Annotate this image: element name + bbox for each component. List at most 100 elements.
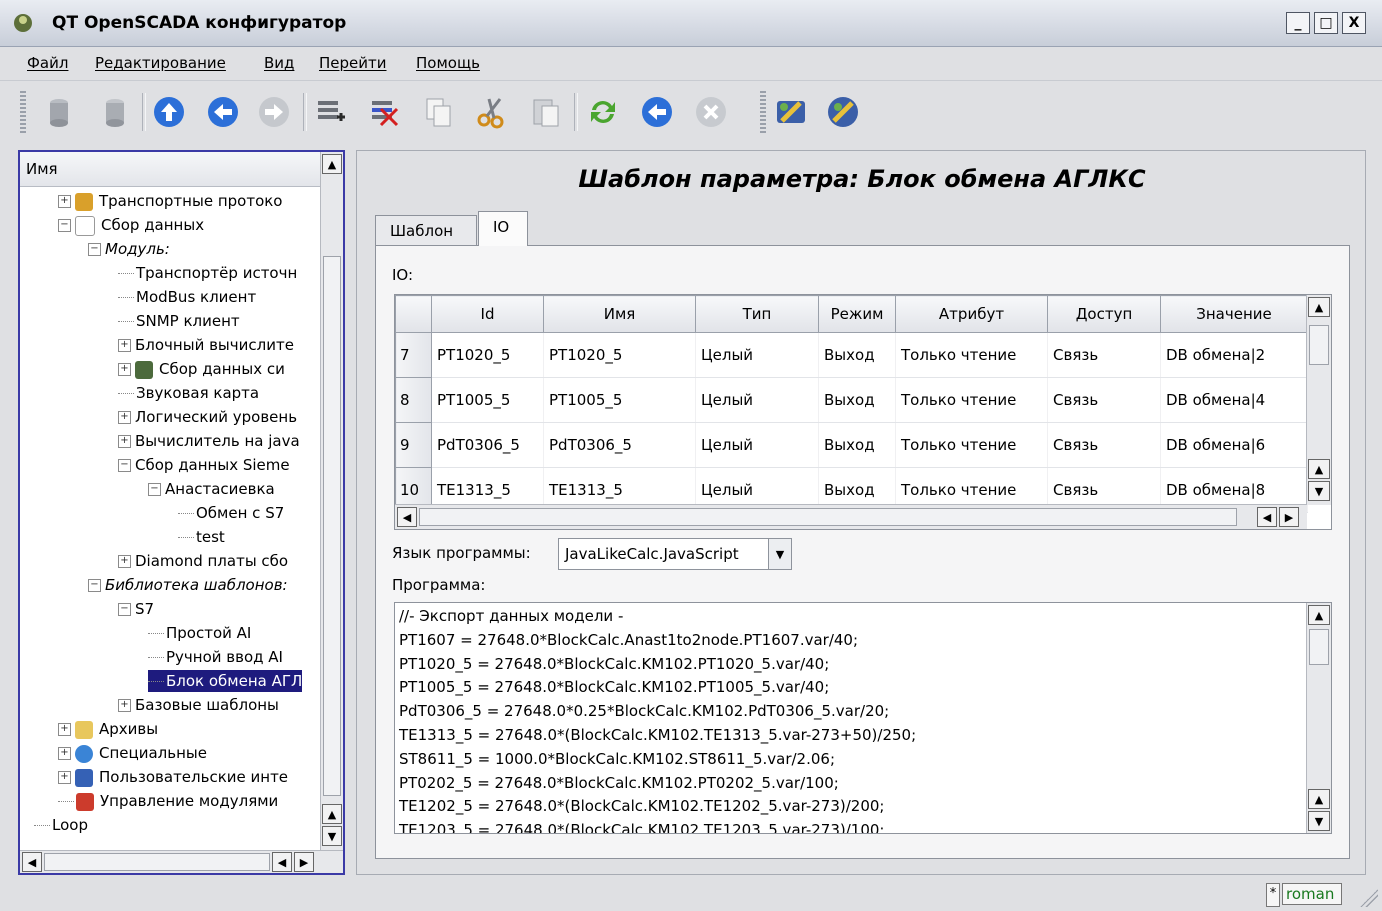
tree-item[interactable]: + Базовые шаблоны — [118, 694, 279, 716]
tree-item[interactable]: + Пользовательские инте — [58, 766, 288, 788]
expand-icon[interactable]: + — [118, 363, 131, 376]
table-cell[interactable]: Только чтение — [895, 332, 1048, 378]
table-cell[interactable]: Целый — [695, 422, 819, 468]
table-cell[interactable]: Выход — [818, 332, 896, 378]
collapse-icon[interactable]: − — [88, 579, 101, 592]
collapse-icon[interactable]: − — [118, 459, 131, 472]
back-arrow-icon[interactable] — [206, 95, 240, 129]
tab-io[interactable]: IO — [478, 211, 528, 246]
expand-icon[interactable]: + — [118, 555, 131, 568]
toolbar-handle-2[interactable] — [760, 91, 766, 135]
tree-item[interactable]: + Архивы — [58, 718, 158, 740]
expand-icon[interactable]: + — [58, 747, 71, 760]
tree-item[interactable]: ModBus клиент — [118, 286, 256, 308]
scroll-down-button[interactable]: ▼ — [322, 826, 342, 846]
tree-item[interactable]: Ручной ввод AI — [148, 646, 283, 668]
table-row[interactable]: 9 PdT0306_5 PdT0306_5 Целый Выход Только чтен… — [395, 422, 1308, 468]
table-horizontal-scrollbar[interactable]: ◀ ◀ ▶ — [395, 504, 1307, 529]
tree-item[interactable]: − S7 — [118, 598, 154, 620]
tree-item[interactable]: Транспортёр источн — [118, 262, 297, 284]
tree-scroll-thumb[interactable] — [323, 256, 341, 796]
expand-icon[interactable]: + — [118, 699, 131, 712]
tree-item[interactable]: Loop — [34, 814, 88, 836]
tab-template[interactable]: Шаблон — [375, 215, 477, 245]
expand-icon[interactable]: + — [58, 771, 71, 784]
row-number[interactable]: 8 — [395, 377, 432, 423]
toolbar-handle[interactable] — [20, 91, 26, 135]
tree-item[interactable]: + Блочный вычислите — [118, 334, 294, 356]
table-hscroll-thumb[interactable] — [419, 508, 1237, 526]
table-cell[interactable]: DB обмена|4 — [1160, 377, 1308, 423]
table-scroll-up-button-2[interactable]: ▲ — [1308, 459, 1330, 479]
resize-grip[interactable] — [1360, 889, 1378, 907]
tree-horizontal-scrollbar[interactable]: ◀ ◀ ▶ — [20, 850, 343, 873]
expand-icon[interactable]: + — [118, 411, 131, 424]
scroll-left-button-2[interactable]: ◀ — [272, 852, 292, 872]
module-config-icon[interactable] — [774, 95, 808, 129]
table-cell[interactable]: DB обмена|2 — [1160, 332, 1308, 378]
column-header[interactable]: Значение — [1160, 295, 1308, 333]
tree-item[interactable]: SNMP клиент — [118, 310, 240, 332]
tree-item[interactable]: − Сбор данных — [58, 214, 204, 236]
table-cell[interactable]: PT1020_5 — [543, 332, 696, 378]
tree-item[interactable]: Блок обмена АГЛ — [148, 670, 303, 692]
program-language-select[interactable]: JavaLikeCalc.JavaScript ▼ — [558, 538, 792, 570]
table-cell[interactable]: Выход — [818, 422, 896, 468]
refresh-icon[interactable] — [586, 95, 620, 129]
tree-hscroll-thumb[interactable] — [44, 853, 270, 871]
table-cell[interactable]: PdT0306_5 — [431, 422, 544, 468]
chevron-down-icon[interactable]: ▼ — [768, 539, 791, 569]
db-save-icon[interactable] — [98, 95, 132, 129]
start-icon[interactable] — [640, 95, 674, 129]
tree-item[interactable]: − Сбор данных Sieme — [118, 454, 290, 476]
minimize-button[interactable]: _ — [1286, 12, 1310, 34]
table-cell[interactable]: Связь — [1047, 377, 1161, 423]
expand-icon[interactable]: + — [58, 195, 71, 208]
tree-item[interactable]: − Анастасиевка — [148, 478, 275, 500]
stop-icon[interactable] — [694, 95, 728, 129]
table-cell[interactable]: Связь — [1047, 422, 1161, 468]
table-cell[interactable]: PT1020_5 — [431, 332, 544, 378]
table-scroll-thumb[interactable] — [1309, 325, 1329, 365]
expand-icon[interactable]: + — [58, 723, 71, 736]
table-scroll-right-button[interactable]: ▶ — [1279, 507, 1299, 527]
column-header[interactable]: Id — [431, 295, 544, 333]
table-vertical-scrollbar[interactable]: ▲ ▲ ▼ — [1306, 295, 1331, 505]
tree-item[interactable]: − Библиотека шаблонов: — [88, 574, 288, 596]
table-cell[interactable]: PT1005_5 — [431, 377, 544, 423]
tree-item[interactable]: test — [178, 526, 225, 548]
add-item-icon[interactable] — [313, 95, 347, 129]
table-cell[interactable]: PT1005_5 — [543, 377, 696, 423]
row-number[interactable]: 9 — [395, 422, 432, 468]
table-cell[interactable]: PdT0306_5 — [543, 422, 696, 468]
tree-item[interactable]: + Логический уровень — [118, 406, 297, 428]
tree-vertical-scrollbar[interactable]: ▲ ▲ ▼ — [320, 152, 343, 853]
expand-icon[interactable]: + — [118, 339, 131, 352]
tree-item[interactable]: + Diamond платы сбо — [118, 550, 288, 572]
table-cell[interactable]: Только чтение — [895, 377, 1048, 423]
maximize-button[interactable]: □ — [1314, 12, 1338, 34]
tree-item[interactable]: Звуковая карта — [118, 382, 259, 404]
scroll-left-button[interactable]: ◀ — [22, 852, 42, 872]
menu-edit[interactable]: Редактирование — [95, 54, 226, 72]
up-arrow-icon[interactable] — [152, 95, 186, 129]
program-scroll-down-button[interactable]: ▼ — [1308, 811, 1330, 831]
menu-go[interactable]: Перейти — [319, 54, 387, 72]
scroll-right-button[interactable]: ▶ — [294, 852, 314, 872]
table-cell[interactable]: Целый — [695, 332, 819, 378]
tree-item[interactable]: Обмен с S7 — [178, 502, 284, 524]
forward-arrow-icon[interactable] — [257, 95, 291, 129]
user-indicator[interactable]: roman — [1282, 883, 1342, 905]
column-header[interactable] — [395, 295, 432, 333]
table-cell[interactable]: Выход — [818, 377, 896, 423]
table-cell[interactable]: DB обмена|6 — [1160, 422, 1308, 468]
tree-item[interactable]: Управление модулями — [58, 790, 278, 812]
delete-item-icon[interactable] — [367, 95, 401, 129]
table-row[interactable]: 7 PT1020_5 PT1020_5 Целый Выход Только чтение… — [395, 332, 1308, 378]
column-header[interactable]: Атрибут — [895, 295, 1048, 333]
table-cell[interactable]: Только чтение — [895, 422, 1048, 468]
tree-item[interactable]: + Специальные — [58, 742, 207, 764]
collapse-icon[interactable]: − — [118, 603, 131, 616]
close-button[interactable]: X — [1342, 12, 1366, 34]
tree-item[interactable]: − Модуль: — [88, 238, 170, 260]
